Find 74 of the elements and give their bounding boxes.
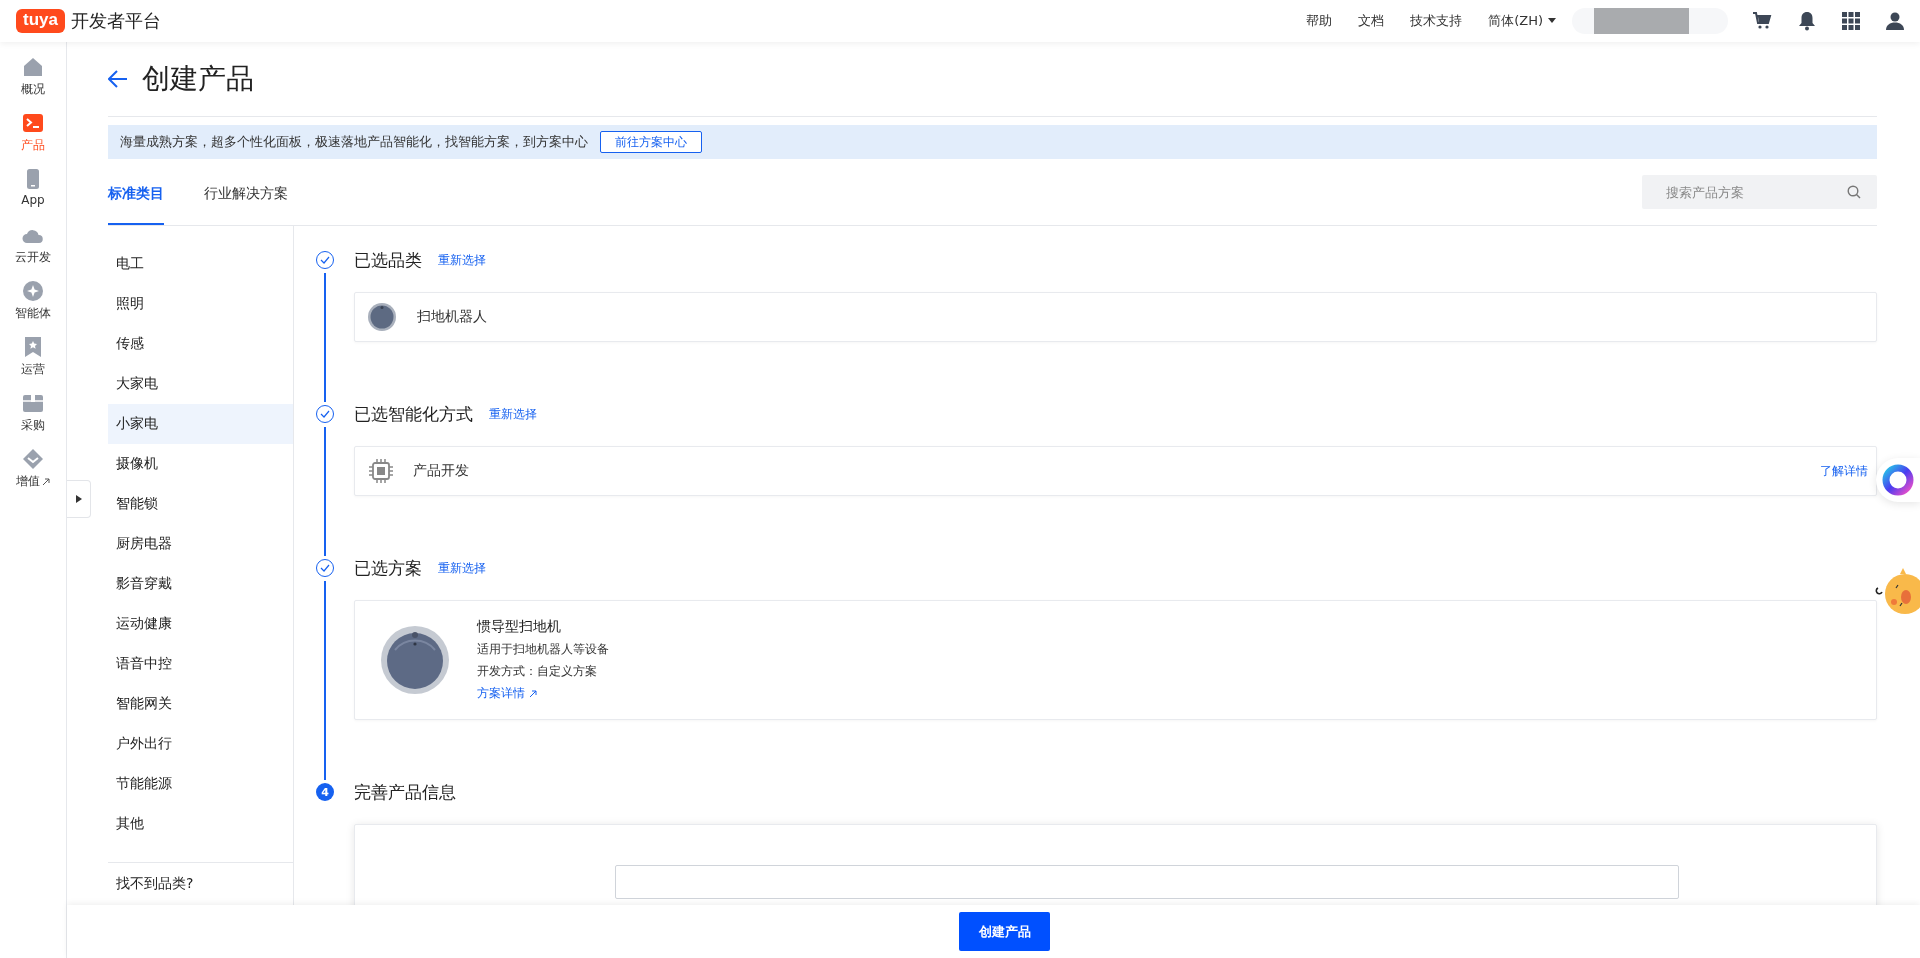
house-icon (22, 56, 44, 78)
assistant-button[interactable] (1876, 458, 1920, 502)
nav-item[interactable]: 采购 (21, 392, 45, 448)
box-icon (22, 392, 44, 414)
sparkle-icon (22, 280, 44, 302)
external-link-icon (42, 477, 50, 486)
reselect-link[interactable]: 重新选择 (438, 251, 486, 269)
search-field[interactable]: 搜索产品方案 (1642, 175, 1877, 209)
search-icon (1847, 185, 1861, 199)
nav-item[interactable]: 概况 (21, 56, 45, 112)
robot-vacuum-icon (367, 302, 397, 332)
bookmark-icon (22, 336, 44, 358)
solution-center-button[interactable]: 前往方案中心 (600, 131, 702, 153)
step-title: 完善产品信息 (354, 780, 456, 804)
user-icon[interactable] (1886, 12, 1904, 30)
category-item[interactable]: 智能网关 (108, 684, 293, 724)
step-number: 4 (316, 783, 334, 801)
missing-category-link[interactable]: 找不到品类? (108, 875, 194, 891)
external-link-icon (529, 689, 537, 698)
solution-name: 惯导型扫地机 (477, 618, 562, 636)
expand-toggle[interactable] (67, 480, 91, 518)
tab[interactable]: 行业解决方案 (204, 159, 288, 225)
category-item[interactable]: 智能锁 (108, 484, 293, 524)
step-title: 已选品类 (354, 248, 422, 272)
step-title: 已选智能化方式 (354, 402, 473, 426)
learn-more-link[interactable]: 了解详情 (1820, 462, 1868, 480)
solution-detail: 开发方式：自定义方案 (477, 663, 598, 680)
nav-item[interactable]: 增值 (16, 448, 50, 504)
platform-title: 开发者平台 (70, 9, 161, 33)
header-link[interactable]: 帮助 (1306, 12, 1333, 30)
diamond-icon (22, 448, 44, 470)
category-item[interactable]: 电工 (108, 244, 293, 284)
account-field[interactable] (1572, 8, 1728, 34)
category-item[interactable]: 运动健康 (108, 604, 293, 644)
reselect-link[interactable]: 重新选择 (438, 559, 486, 577)
category-item[interactable]: 摄像机 (108, 444, 293, 484)
bell-icon[interactable] (1798, 11, 1816, 31)
category-item[interactable]: 语音中控 (108, 644, 293, 684)
caret-icon (1548, 18, 1556, 24)
input-field[interactable] (615, 865, 1679, 899)
category-item[interactable]: 节能能源 (108, 764, 293, 804)
back-arrow-icon[interactable] (108, 70, 128, 88)
header-link[interactable]: 文档 (1358, 12, 1385, 30)
nav-item[interactable]: 运营 (21, 336, 45, 392)
category-item[interactable]: 照明 (108, 284, 293, 324)
swirl-ring-icon (1882, 464, 1914, 496)
reselect-link[interactable]: 重新选择 (489, 405, 537, 423)
terminal-icon (22, 112, 44, 134)
category-item[interactable]: 小家电 (108, 404, 293, 444)
nav-item[interactable]: 智能体 (15, 280, 51, 336)
cart-icon[interactable] (1752, 12, 1772, 30)
category-item[interactable]: 其他 (108, 804, 293, 844)
banner-text: 海量成熟方案，超多个性化面板，极速落地产品智能化，找智能方案，到方案中心 (120, 133, 588, 151)
nav-item[interactable]: 云开发 (15, 224, 51, 280)
category-item[interactable]: 传感 (108, 324, 293, 364)
page-title: 创建产品 (142, 61, 254, 97)
chip-icon (369, 459, 393, 483)
step-title: 已选方案 (354, 556, 422, 580)
solution-detail: 适用于扫地机器人等设备 (477, 641, 609, 658)
method-name: 产品开发 (413, 462, 470, 480)
category-item[interactable]: 厨房电器 (108, 524, 293, 564)
robot-vacuum-drawing (379, 624, 451, 696)
category-item[interactable]: 影音穿戴 (108, 564, 293, 604)
create-product-button[interactable]: 创建产品 (959, 912, 1050, 951)
tab[interactable]: 标准类目 (108, 159, 164, 225)
language-dropdown[interactable]: 简体(ZH) (1488, 12, 1556, 30)
category-item[interactable]: 户外出行 (108, 724, 293, 764)
header-link[interactable]: 技术支持 (1410, 12, 1463, 30)
category-item[interactable]: 大家电 (108, 364, 293, 404)
category-name: 扫地机器人 (417, 308, 488, 326)
triangle-icon (75, 495, 82, 503)
nav-item[interactable]: App (21, 168, 45, 224)
apps-grid-icon[interactable] (1842, 12, 1860, 30)
solution-details-link[interactable]: 方案详情 (477, 685, 609, 702)
